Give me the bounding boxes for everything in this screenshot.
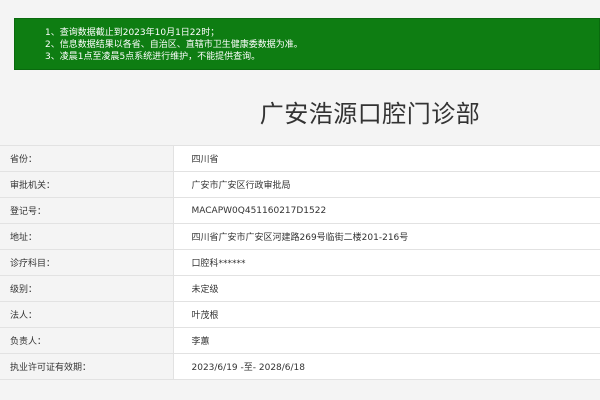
detail-row-address: 地址： 四川省广安市广安区河建路269号临街二楼201-216号 — [0, 223, 600, 250]
province-label: 省份： — [0, 145, 174, 172]
departments-label: 诊疗科目： — [0, 249, 174, 276]
license-validity-value: 2023/6/19 -至- 2028/6/18 — [173, 353, 600, 380]
detail-row-legal-person: 法人： 叶茂根 — [0, 301, 600, 328]
person-in-charge-value: 李蕙 — [173, 327, 600, 354]
detail-row-level: 级别： 未定级 — [0, 275, 600, 302]
registration-number-value: MACAPW0Q451160217D1522 — [173, 197, 600, 224]
detail-row-departments: 诊疗科目： 口腔科****** — [0, 249, 600, 276]
departments-value: 口腔科****** — [173, 249, 600, 276]
approval-authority-value: 广安市广安区行政审批局 — [173, 171, 600, 198]
address-value: 四川省广安市广安区河建路269号临街二楼201-216号 — [173, 223, 600, 250]
detail-row-registration-number: 登记号： MACAPW0Q451160217D1522 — [0, 197, 600, 224]
level-label: 级别： — [0, 275, 174, 302]
address-label: 地址： — [0, 223, 174, 250]
legal-person-label: 法人： — [0, 301, 174, 328]
details-table: 省份： 四川省 审批机关： 广安市广安区行政审批局 登记号： MACAPW0Q4… — [0, 145, 600, 380]
detail-row-license-validity: 执业许可证有效期： 2023/6/19 -至- 2028/6/18 — [0, 353, 600, 380]
approval-authority-label: 审批机关： — [0, 171, 174, 198]
notice-line: 3、凌晨1点至凌晨5点系统进行维护，不能提供查询。 — [45, 52, 261, 62]
page: 1、查询数据截止到2023年10月1日22时； 2、信息数据结果以各省、自治区、… — [0, 0, 600, 400]
province-value: 四川省 — [173, 145, 600, 172]
registration-number-label: 登记号： — [0, 197, 174, 224]
notice-banner: 1、查询数据截止到2023年10月1日22时； 2、信息数据结果以各省、自治区、… — [14, 18, 600, 70]
person-in-charge-label: 负责人： — [0, 327, 174, 354]
page-title: 广安浩源口腔门诊部 — [259, 100, 481, 128]
legal-person-value: 叶茂根 — [173, 301, 600, 328]
detail-row-approval-authority: 审批机关： 广安市广安区行政审批局 — [0, 171, 600, 198]
level-value: 未定级 — [173, 275, 600, 302]
notice-line: 2、信息数据结果以各省、自治区、直辖市卫生健康委数据为准。 — [45, 40, 303, 50]
detail-row-province: 省份： 四川省 — [0, 145, 600, 172]
license-validity-label: 执业许可证有效期： — [0, 353, 174, 380]
notice-line: 1、查询数据截止到2023年10月1日22时； — [45, 28, 220, 38]
detail-row-person-in-charge: 负责人： 李蕙 — [0, 327, 600, 354]
